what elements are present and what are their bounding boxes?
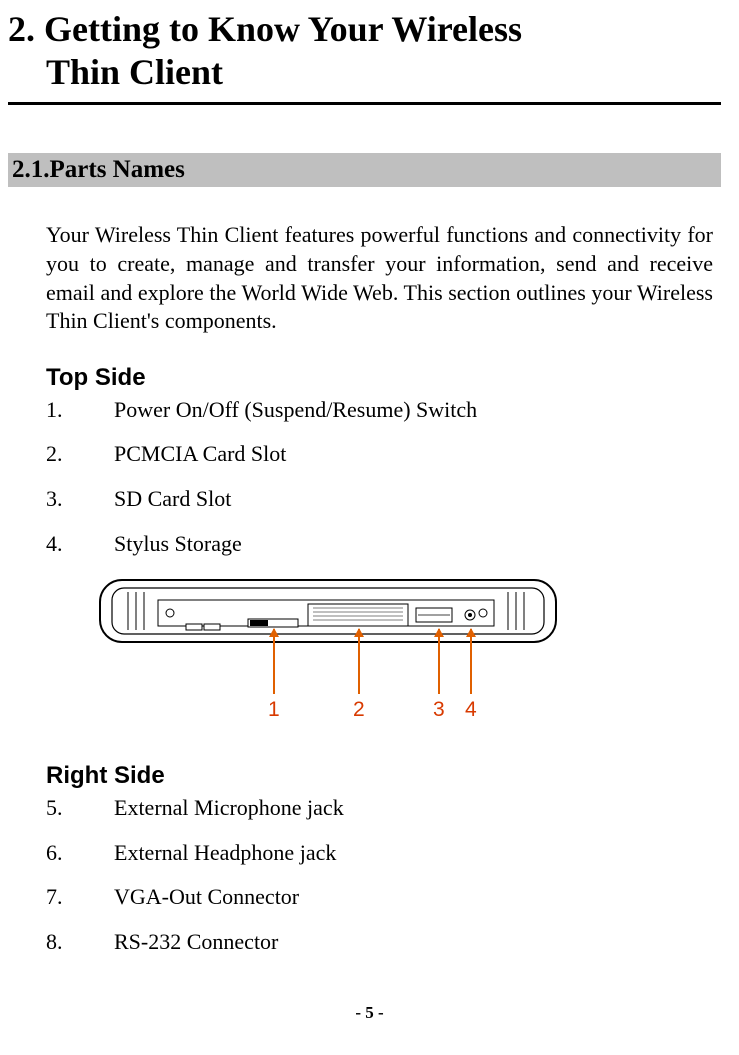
item-number: 4. — [46, 530, 114, 559]
item-number: 1. — [46, 396, 114, 425]
list-item: 1. Power On/Off (Suspend/Resume) Switch — [46, 396, 721, 425]
item-text: Stylus Storage — [114, 530, 242, 559]
callout-arrow-2 — [358, 629, 360, 694]
list-item: 7. VGA-Out Connector — [46, 883, 721, 912]
chapter-title: 2. Getting to Know Your Wireless Thin Cl… — [8, 8, 721, 105]
callout-arrow-1 — [273, 629, 275, 694]
item-number: 5. — [46, 794, 114, 823]
section-header: 2.1.Parts Names — [8, 153, 721, 187]
list-item: 3. SD Card Slot — [46, 485, 721, 514]
item-number: 6. — [46, 839, 114, 868]
item-text: External Headphone jack — [114, 839, 336, 868]
device-top-illustration — [98, 574, 558, 654]
list-item: 8. RS-232 Connector — [46, 928, 721, 957]
top-side-list: 1. Power On/Off (Suspend/Resume) Switch … — [46, 396, 721, 558]
right-side-list: 5. External Microphone jack 6. External … — [46, 794, 721, 956]
callout-number-1: 1 — [268, 698, 280, 722]
item-text: External Microphone jack — [114, 794, 344, 823]
list-item: 2. PCMCIA Card Slot — [46, 440, 721, 469]
list-item: 5. External Microphone jack — [46, 794, 721, 823]
list-item: 6. External Headphone jack — [46, 839, 721, 868]
right-side-heading: Right Side — [46, 762, 721, 790]
callout-number-4: 4 — [465, 698, 477, 722]
intro-paragraph: Your Wireless Thin Client features power… — [46, 221, 713, 335]
item-text: RS-232 Connector — [114, 928, 278, 957]
chapter-title-line2: Thin Client — [8, 52, 223, 92]
item-number: 2. — [46, 440, 114, 469]
callout-arrow-3 — [438, 629, 440, 694]
item-number: 7. — [46, 883, 114, 912]
page-number: - 5 - — [0, 1003, 739, 1023]
item-number: 8. — [46, 928, 114, 957]
item-text: VGA-Out Connector — [114, 883, 299, 912]
chapter-title-line1: 2. Getting to Know Your Wireless — [8, 9, 522, 49]
item-number: 3. — [46, 485, 114, 514]
callout-number-3: 3 — [433, 698, 445, 722]
callout-number-2: 2 — [353, 698, 365, 722]
item-text: SD Card Slot — [114, 485, 231, 514]
item-text: Power On/Off (Suspend/Resume) Switch — [114, 396, 477, 425]
top-side-heading: Top Side — [46, 364, 721, 392]
list-item: 4. Stylus Storage — [46, 530, 721, 559]
item-text: PCMCIA Card Slot — [114, 440, 286, 469]
callout-arrow-4 — [470, 629, 472, 694]
device-diagram: 1 2 3 4 — [98, 574, 578, 734]
